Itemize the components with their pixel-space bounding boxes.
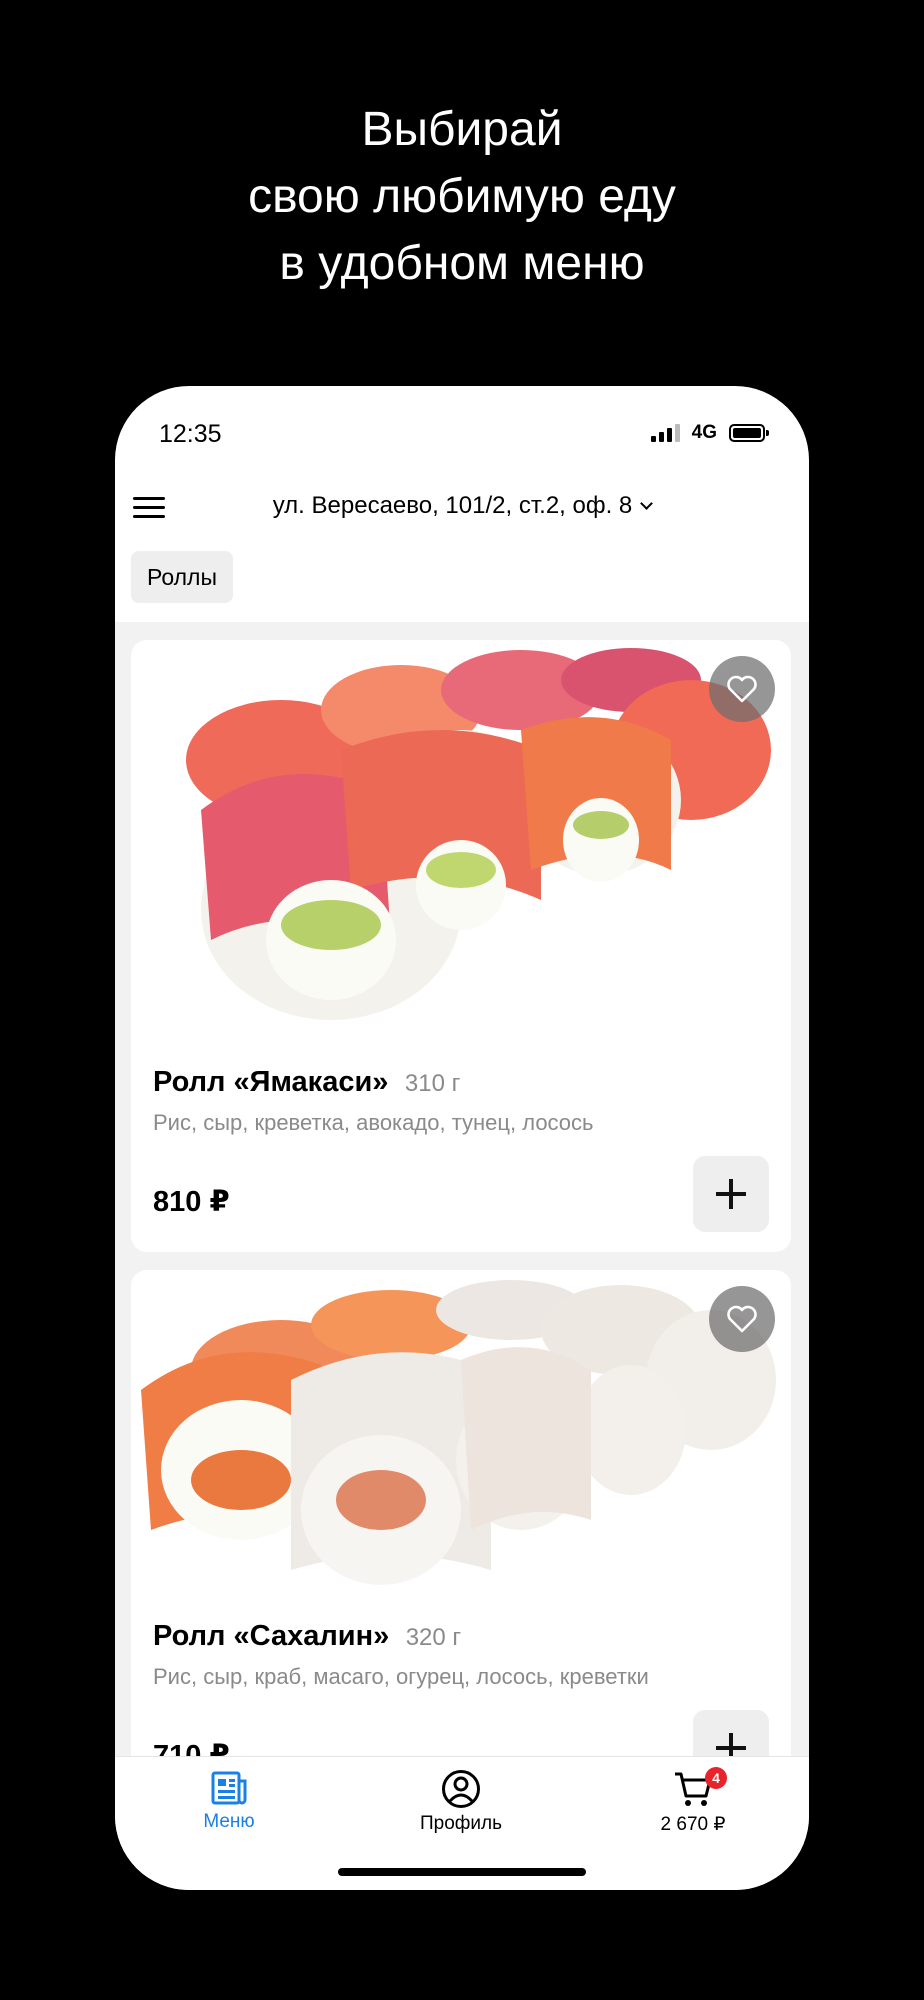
product-price: 710 ₽: [153, 1740, 230, 1756]
plus-icon: [716, 1733, 746, 1756]
network-type: 4G: [691, 422, 717, 443]
category-chip-rolls[interactable]: Роллы: [131, 551, 233, 603]
product-price: 810 ₽: [153, 1186, 230, 1218]
signal-icon: [650, 424, 680, 442]
address-selector[interactable]: ул. Вересаево, 101/2, ст.2, оф. 8: [195, 476, 729, 536]
tab-profile-label: Профиль: [419, 1813, 503, 1834]
category-chips: Роллы: [131, 551, 233, 603]
product-image: [131, 1270, 791, 1680]
product-name: Ролл «Ямакаси»: [153, 1066, 389, 1098]
user-circle-icon: [442, 1770, 480, 1808]
chevron-down-icon: [640, 496, 654, 510]
tab-menu-label: Меню: [203, 1811, 255, 1832]
product-ingredients: Рис, сыр, креветка, авокадо, тунец, лосо…: [153, 1110, 594, 1135]
cart-total-label: 2 670 ₽: [660, 1814, 726, 1835]
product-weight: 310 г: [404, 1070, 461, 1097]
cart-count-badge: 4: [705, 1767, 727, 1789]
hamburger-menu-icon[interactable]: [133, 492, 165, 522]
headline-line-2: свою любимую еду: [248, 170, 676, 223]
battery-icon: [729, 424, 769, 442]
favorite-button[interactable]: [709, 1286, 775, 1352]
product-feed[interactable]: Ролл «Ямакаси» 310 г Рис, сыр, креветка,…: [115, 622, 809, 1756]
status-icons: 4G: [650, 422, 769, 444]
heart-icon: [727, 1305, 757, 1333]
product-title-row: Ролл «Сахалин» 320 г: [153, 1620, 461, 1653]
top-bar: ул. Вересаево, 101/2, ст.2, оф. 8: [115, 476, 809, 546]
product-image: [131, 640, 791, 1050]
headline-line-3: в удобном меню: [279, 237, 645, 290]
tab-cart[interactable]: 4 2 670 ₽: [593, 1767, 793, 1836]
add-to-cart-button[interactable]: [693, 1710, 769, 1756]
product-ingredients: Рис, сыр, краб, масаго, огурец, лосось, …: [153, 1664, 649, 1689]
product-card[interactable]: Ролл «Ямакаси» 310 г Рис, сыр, креветка,…: [131, 640, 791, 1252]
product-card[interactable]: Ролл «Сахалин» 320 г Рис, сыр, краб, мас…: [131, 1270, 791, 1756]
status-bar: 12:35 4G: [115, 386, 809, 476]
product-name: Ролл «Сахалин»: [153, 1620, 390, 1652]
status-time: 12:35: [159, 420, 222, 448]
address-label: ул. Вересаево, 101/2, ст.2, оф. 8: [272, 492, 633, 519]
plus-icon: [716, 1179, 746, 1209]
headline-line-1: Выбирай: [361, 103, 563, 156]
heart-icon: [727, 675, 757, 703]
product-weight: 320 г: [405, 1624, 462, 1651]
favorite-button[interactable]: [709, 656, 775, 722]
menu-document-icon: [211, 1771, 247, 1805]
promo-headline: Выбирай свою любимую еду в удобном меню: [0, 96, 924, 297]
home-indicator: [338, 1868, 586, 1876]
add-to-cart-button[interactable]: [693, 1156, 769, 1232]
phone-frame: 12:35 4G ул. Вересаево, 101/2, ст.2, оф.…: [115, 386, 809, 1890]
tab-profile[interactable]: Профиль: [361, 1769, 561, 1835]
product-title-row: Ролл «Ямакаси» 310 г: [153, 1066, 460, 1099]
tab-menu[interactable]: Меню: [129, 1769, 329, 1833]
